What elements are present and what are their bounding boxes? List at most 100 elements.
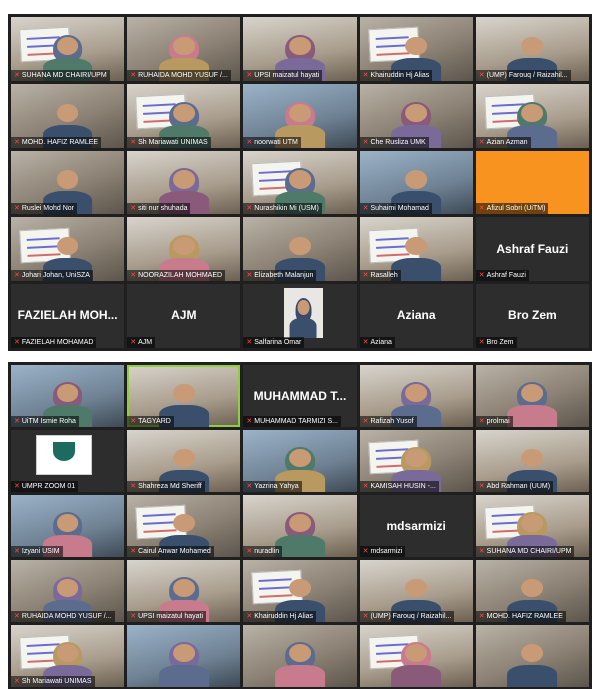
participant-tile[interactable]: ✕ Suhaimi Mohamad	[359, 150, 473, 215]
participant-name: Abd Rahman (UUM)	[486, 483, 551, 490]
participant-tile[interactable]	[243, 625, 357, 687]
participant-name-label: ✕ MOHD. HAFIZ RAMLEE	[475, 611, 566, 622]
participant-tile[interactable]: ✕ Azian Azman	[475, 83, 589, 148]
participant-tile[interactable]: ✕ Shahreza Md Sheriff	[127, 430, 241, 492]
participant-name-label: ✕ NOORAZILAH MOHMAED	[127, 270, 226, 282]
participant-tile[interactable]: ✕ RUHAIDA MOHD YUSUF /...	[11, 560, 125, 622]
mic-muted-icon: ✕	[362, 272, 369, 280]
participant-name: (UMP) Farouq / Raizahil...	[370, 613, 452, 620]
participant-tile[interactable]: ✕ Sh Mariawati UNIMAS	[127, 83, 241, 148]
face-shape	[289, 237, 311, 256]
participant-tile[interactable]: ✕ siti nur shuhada	[127, 150, 241, 215]
participant-name-label: ✕ Yazrina Yahya	[243, 481, 302, 492]
participant-tile[interactable]: ✕ prolmai	[475, 365, 589, 427]
participant-tile[interactable]: ✕ nuradlin	[243, 495, 357, 557]
participant-figure	[289, 297, 317, 338]
participant-tile[interactable]: ✕ UPSI maizatul hayati	[127, 560, 241, 622]
participant-name: nuradlin	[254, 548, 280, 555]
participant-tile[interactable]: ✕ UMPR ZOOM 01	[11, 430, 125, 492]
participant-tile[interactable]: ✕ RUHAIDA MOHD YUSUF /...	[127, 17, 241, 81]
participant-tile[interactable]	[475, 625, 589, 687]
participant-name: Ashraf Fauzi	[486, 272, 526, 280]
participant-tile[interactable]	[359, 625, 473, 687]
participant-tile[interactable]: ✕ UPSI maizatul hayati	[243, 17, 357, 81]
body-shape	[289, 317, 317, 338]
participant-name-label: ✕ Bro Zem	[475, 336, 517, 348]
participant-display-name: MUHAMMAD T...	[253, 388, 347, 403]
mic-muted-icon: ✕	[130, 548, 137, 555]
participant-tile[interactable]: ✕ Yazrina Yahya	[243, 430, 357, 492]
participant-name: MOHD. HAFIZ RAMLEE	[486, 613, 563, 620]
participant-tile[interactable]: MUHAMMAD T... ✕ MUHAMMAD TARMIZI S...	[243, 365, 357, 427]
participant-tile[interactable]: ✕ Afizul Sobri (UiTM)	[475, 150, 589, 215]
participant-tile[interactable]: ✕ TAGYARD	[127, 365, 241, 427]
participant-name-label: ✕ UMPR ZOOM 01	[11, 481, 79, 492]
participant-tile[interactable]: ✕ Sh Mariawati UNIMAS	[11, 625, 125, 687]
participant-tile[interactable]: Ashraf Fauzi ✕ Ashraf Fauzi	[475, 217, 589, 282]
mic-muted-icon: ✕	[130, 138, 137, 146]
participant-tile[interactable]	[127, 625, 241, 687]
participant-tile[interactable]: ✕ Khairuddin Hj Alias	[243, 560, 357, 622]
participant-tile[interactable]: ✕ Izyani USIM	[11, 495, 125, 557]
participant-tile[interactable]: ✕ Abd Rahman (UUM)	[475, 430, 589, 492]
participant-name: RUHAIDA MOHD YUSUF /...	[138, 71, 228, 79]
participant-tile[interactable]: ✕ SUHANA MD CHAIRI/UPM	[11, 17, 125, 81]
participant-tile[interactable]: ✕ UiTM Ismie Roha	[11, 365, 125, 427]
mic-muted-icon: ✕	[362, 138, 369, 146]
participant-name: Yazrina Yahya	[254, 483, 299, 490]
participant-tile[interactable]: ✕ SUHANA MD CHAIRI/UPM	[475, 495, 589, 557]
mic-muted-icon: ✕	[130, 71, 137, 79]
participant-tile[interactable]: ✕ (UMP) Farouq / Raizahil...	[359, 560, 473, 622]
participant-name: Bro Zem	[486, 338, 514, 346]
mic-muted-icon: ✕	[478, 71, 485, 79]
participant-tile[interactable]: ✕ Johari Johan, UniSZA	[11, 217, 125, 282]
face-shape	[172, 449, 195, 467]
participant-name: Nurashikin Mi (USM)	[254, 205, 319, 213]
participant-tile[interactable]: ✕ Che Rusliza UMK	[359, 83, 473, 148]
participant-tile[interactable]: ✕ Ruslei Mohd Nor	[11, 150, 125, 215]
participant-tile[interactable]: ✕ Cairul Anwar Mohamed	[127, 495, 241, 557]
body-shape	[507, 664, 558, 687]
participant-tile[interactable]: AJM ✕ AJM	[127, 284, 241, 348]
mic-muted-icon: ✕	[478, 483, 485, 490]
participant-tile[interactable]: ✕ Rafizah Yusof	[359, 365, 473, 427]
participant-tile[interactable]: ✕ KAMISAH HUSIN -...	[359, 430, 473, 492]
participant-name-label: ✕ KAMISAH HUSIN -...	[359, 481, 439, 492]
mic-muted-icon: ✕	[14, 418, 20, 425]
participant-tile[interactable]: ✕ MOHD. HAFIZ RAMLEE	[11, 83, 125, 148]
face-shape	[405, 644, 428, 662]
participant-name: SUHANA MD CHAIRI/UPM	[21, 71, 107, 79]
face-shape	[405, 103, 428, 122]
mic-muted-icon: ✕	[246, 483, 253, 490]
participant-tile[interactable]: ✕ Salfarina Omar	[243, 284, 357, 348]
participant-video	[391, 642, 442, 687]
participant-tile[interactable]: ✕ Rasalleh	[359, 217, 473, 282]
participant-tile[interactable]: ✕ Elizabeth Malanjun	[243, 217, 357, 282]
participant-name-label: ✕ Elizabeth Malanjun	[243, 270, 317, 282]
meeting-gallery-grid-top: ✕ SUHANA MD CHAIRI/UPM ✕ RUHAIDA MOHD YUSUF…	[8, 14, 592, 351]
participant-name: NOORAZILAH MOHMAED	[138, 272, 223, 280]
face-shape	[521, 103, 544, 122]
participant-tile[interactable]: Aziana ✕ Aziana	[359, 284, 473, 348]
participant-name: Che Rusliza UMK	[370, 138, 426, 146]
face-shape	[56, 579, 79, 597]
participant-tile[interactable]: ✕ NOORAZILAH MOHMAED	[127, 217, 241, 282]
mic-muted-icon: ✕	[362, 338, 369, 346]
participant-tile[interactable]: ✕ MOHD. HAFIZ RAMLEE	[475, 560, 589, 622]
participant-name: Izyani USIM	[21, 548, 60, 555]
mic-muted-icon: ✕	[478, 338, 485, 346]
face-shape	[56, 170, 79, 189]
mic-muted-icon: ✕	[14, 71, 20, 79]
participant-tile[interactable]: ✕ Khairuddin Hj Alias	[359, 17, 473, 81]
participant-tile[interactable]: ✕ noorwati UTM	[243, 83, 357, 148]
participant-tile[interactable]: Bro Zem ✕ Bro Zem	[475, 284, 589, 348]
participant-name-label: ✕ Che Rusliza UMK	[359, 136, 429, 148]
face-shape	[405, 36, 428, 56]
participant-video	[507, 382, 558, 427]
participant-tile[interactable]: ✕ Nurashikin Mi (USM)	[243, 150, 357, 215]
participant-tile[interactable]: mdsarmizi ✕ mdsarmizi	[359, 495, 473, 557]
participant-name-label: ✕ Suhaimi Mohamad	[359, 203, 432, 215]
participant-tile[interactable]: ✕ (UMP) Farouq / Raizahil...	[475, 17, 589, 81]
participant-tile[interactable]: FAZIELAH MOH... ✕ FAZIELAH MOHAMAD	[11, 284, 125, 348]
participant-name: Salfarina Omar	[254, 338, 302, 346]
